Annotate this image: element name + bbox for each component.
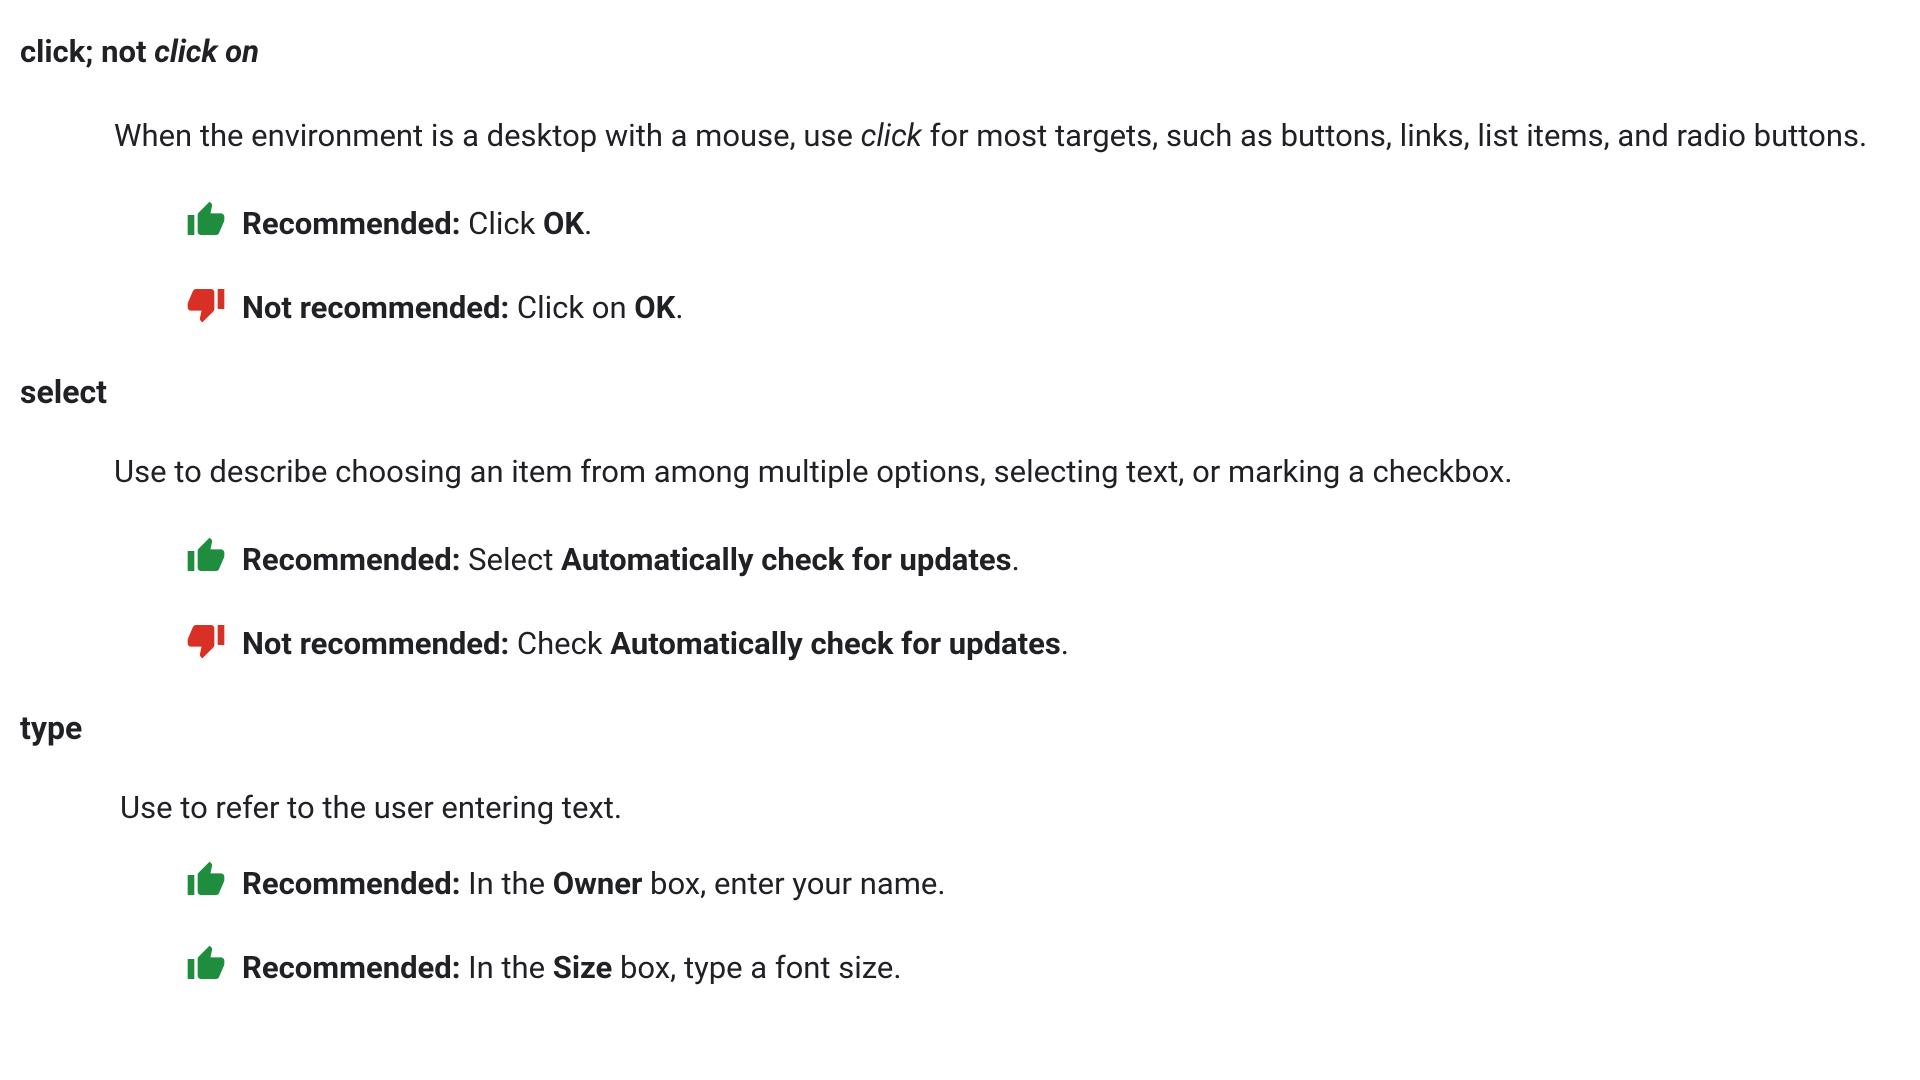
- label-recommended: Recommended:: [242, 541, 460, 578]
- example-recommended: Recommended: Click OK.: [184, 200, 1900, 248]
- example-not-recommended: Not recommended: Click on OK.: [184, 284, 1900, 332]
- example-text: Recommended: Select Automatically check …: [242, 536, 1020, 584]
- term-description: When the environment is a desktop with a…: [114, 112, 1900, 160]
- thumb-down-icon: [184, 284, 228, 324]
- examples-list: Recommended: In the Owner box, enter you…: [184, 860, 1900, 992]
- label-recommended: Recommended:: [242, 865, 460, 902]
- example-text: Recommended: Click OK.: [242, 200, 592, 248]
- thumb-up-icon: [184, 944, 228, 984]
- term-title: select: [20, 368, 1900, 418]
- example-recommended: Recommended: In the Size box, type a fon…: [184, 944, 1900, 992]
- thumb-up-icon: [184, 860, 228, 900]
- example-recommended: Recommended: In the Owner box, enter you…: [184, 860, 1900, 908]
- example-text: Recommended: In the Size box, type a fon…: [242, 944, 902, 992]
- label-not-recommended: Not recommended:: [242, 625, 509, 662]
- thumb-down-icon: [184, 620, 228, 660]
- term-description: Use to describe choosing an item from am…: [114, 448, 1900, 496]
- example-recommended: Recommended: Select Automatically check …: [184, 536, 1900, 584]
- style-guide-page: click; not click on When the environment …: [0, 28, 1920, 992]
- term-title: click; not click on: [20, 28, 1900, 76]
- example-text: Not recommended: Click on OK.: [242, 284, 684, 332]
- thumb-up-icon: [184, 200, 228, 240]
- style-section: type Use to refer to the user entering te…: [20, 704, 1900, 992]
- label-not-recommended: Not recommended:: [242, 289, 509, 326]
- label-recommended: Recommended:: [242, 205, 460, 242]
- style-section: click; not click on When the environment …: [20, 28, 1900, 332]
- example-text: Recommended: In the Owner box, enter you…: [242, 860, 946, 908]
- example-not-recommended: Not recommended: Check Automatically che…: [184, 620, 1900, 668]
- style-section: select Use to describe choosing an item f…: [20, 368, 1900, 668]
- term-description: Use to refer to the user entering text.: [120, 784, 1900, 832]
- example-text: Not recommended: Check Automatically che…: [242, 620, 1069, 668]
- term-title: type: [20, 704, 1900, 754]
- examples-list: Recommended: Click OK. Not recommended: C…: [184, 200, 1900, 332]
- label-recommended: Recommended:: [242, 949, 460, 986]
- examples-list: Recommended: Select Automatically check …: [184, 536, 1900, 668]
- thumb-up-icon: [184, 536, 228, 576]
